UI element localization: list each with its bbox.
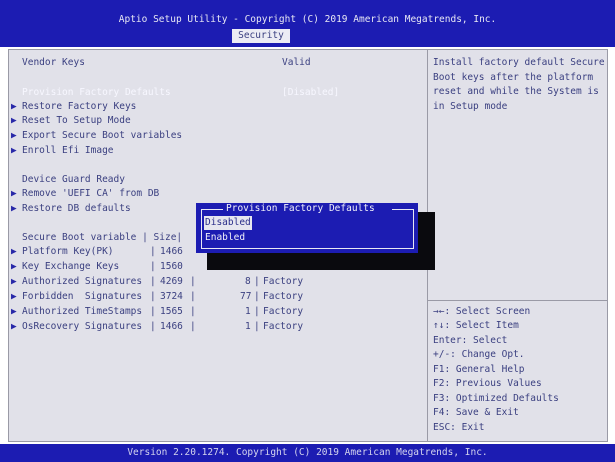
submenu-arrow-icon: ▶ xyxy=(11,115,17,126)
submenu-arrow-icon: ▶ xyxy=(11,291,17,302)
footer-version: Version 2.20.1274. Copyright (C) 2019 Am… xyxy=(127,447,488,458)
row-keys: 77 xyxy=(240,291,252,302)
submenu-arrow-icon: ▶ xyxy=(11,246,17,257)
submenu-arrow-icon: ▶ xyxy=(11,145,17,156)
row-sep: | xyxy=(150,291,156,302)
row-size: 1560 xyxy=(160,261,183,272)
row-sep: | xyxy=(254,306,260,317)
dialog-border xyxy=(201,209,223,210)
row-sep: | xyxy=(150,321,156,332)
menu-item-label: Remove 'UEFI CA' from DB xyxy=(22,188,160,199)
key-hint-esc: ESC: Exit xyxy=(433,422,485,433)
row-size: 1466 xyxy=(160,246,183,257)
menu-item-label: Export Secure Boot variables xyxy=(22,130,183,141)
dialog-option-disabled[interactable]: Disabled xyxy=(204,216,252,230)
submenu-arrow-icon: ▶ xyxy=(11,188,17,199)
tab-security[interactable]: Security xyxy=(232,29,290,43)
submenu-arrow-icon: ▶ xyxy=(11,130,17,141)
dialog-option-enabled[interactable]: Enabled xyxy=(205,231,245,246)
row-sep: | xyxy=(254,321,260,332)
menu-item-label: Enroll Efi Image xyxy=(22,145,114,156)
dialog-border xyxy=(201,209,202,249)
row-size: 3724 xyxy=(160,291,183,302)
key-hint-enter: Enter: Select xyxy=(433,335,508,346)
key-hint-f3: F3: Optimized Defaults xyxy=(433,393,559,404)
row-keys: 8 xyxy=(245,276,251,287)
row-name: Platform Key(PK) xyxy=(22,246,114,257)
help-text: Install factory default Secure Boot keys… xyxy=(433,57,605,112)
key-hint-select-screen: →←: Select Screen xyxy=(433,306,531,317)
row-keys: 1 xyxy=(245,321,251,332)
row-keys: 1 xyxy=(245,306,251,317)
row-size: 1466 xyxy=(160,321,183,332)
app-title: Aptio Setup Utility - Copyright (C) 2019… xyxy=(118,14,497,25)
row-sep: | xyxy=(254,276,260,287)
menu-item-label: Reset To Setup Mode xyxy=(22,115,131,126)
row-source: Factory xyxy=(263,291,304,302)
row-sep: | xyxy=(150,246,156,257)
row-sep: | xyxy=(190,276,196,287)
row-name: Key Exchange Keys xyxy=(22,261,120,272)
row-name: OsRecovery Signatures xyxy=(22,321,143,332)
key-hint-f2: F2: Previous Values xyxy=(433,378,542,389)
key-hint-change-opt: +/-: Change Opt. xyxy=(433,349,525,360)
dialog-border xyxy=(413,209,414,249)
secure-boot-table-header: Secure Boot variable | Size| xyxy=(22,232,183,243)
row-sep: | xyxy=(190,306,196,317)
provision-factory-defaults-value[interactable]: [Disabled] xyxy=(282,86,339,101)
row-size: 1565 xyxy=(160,306,183,317)
device-guard-label: Device Guard Ready xyxy=(22,174,125,185)
row-sep: | xyxy=(190,291,196,302)
row-source: Factory xyxy=(263,321,304,332)
dialog-border xyxy=(392,209,414,210)
key-hint-f4: F4: Save & Exit xyxy=(433,407,519,418)
key-hint-f1: F1: General Help xyxy=(433,364,525,375)
vendor-keys-label: Vendor Keys xyxy=(22,57,85,68)
row-sep: | xyxy=(150,306,156,317)
row-name: Forbidden Signatures xyxy=(22,291,143,302)
help-divider xyxy=(428,300,608,301)
row-sep: | xyxy=(190,321,196,332)
row-sep: | xyxy=(150,261,156,272)
submenu-arrow-icon: ▶ xyxy=(11,306,17,317)
row-name: Authorized TimeStamps xyxy=(22,306,143,317)
row-size: 4269 xyxy=(160,276,183,287)
row-source: Factory xyxy=(263,306,304,317)
submenu-arrow-icon: ▶ xyxy=(11,321,17,332)
menu-item-label: Restore DB defaults xyxy=(22,203,131,214)
provision-factory-defaults-item[interactable]: Provision Factory Defaults xyxy=(22,86,171,101)
row-name: Authorized Signatures xyxy=(22,276,143,287)
submenu-arrow-icon: ▶ xyxy=(11,261,17,272)
row-sep: | xyxy=(254,291,260,302)
vendor-keys-value: Valid xyxy=(282,57,311,68)
dialog-border xyxy=(201,248,414,249)
submenu-arrow-icon: ▶ xyxy=(11,101,17,112)
submenu-arrow-icon: ▶ xyxy=(11,276,17,287)
dialog-title: Provision Factory Defaults xyxy=(226,203,375,214)
row-sep: | xyxy=(150,276,156,287)
row-source: Factory xyxy=(263,276,304,287)
menu-item-label: Restore Factory Keys xyxy=(22,101,137,112)
submenu-arrow-icon: ▶ xyxy=(11,203,17,214)
key-hint-select-item: ↑↓: Select Item xyxy=(433,320,519,331)
